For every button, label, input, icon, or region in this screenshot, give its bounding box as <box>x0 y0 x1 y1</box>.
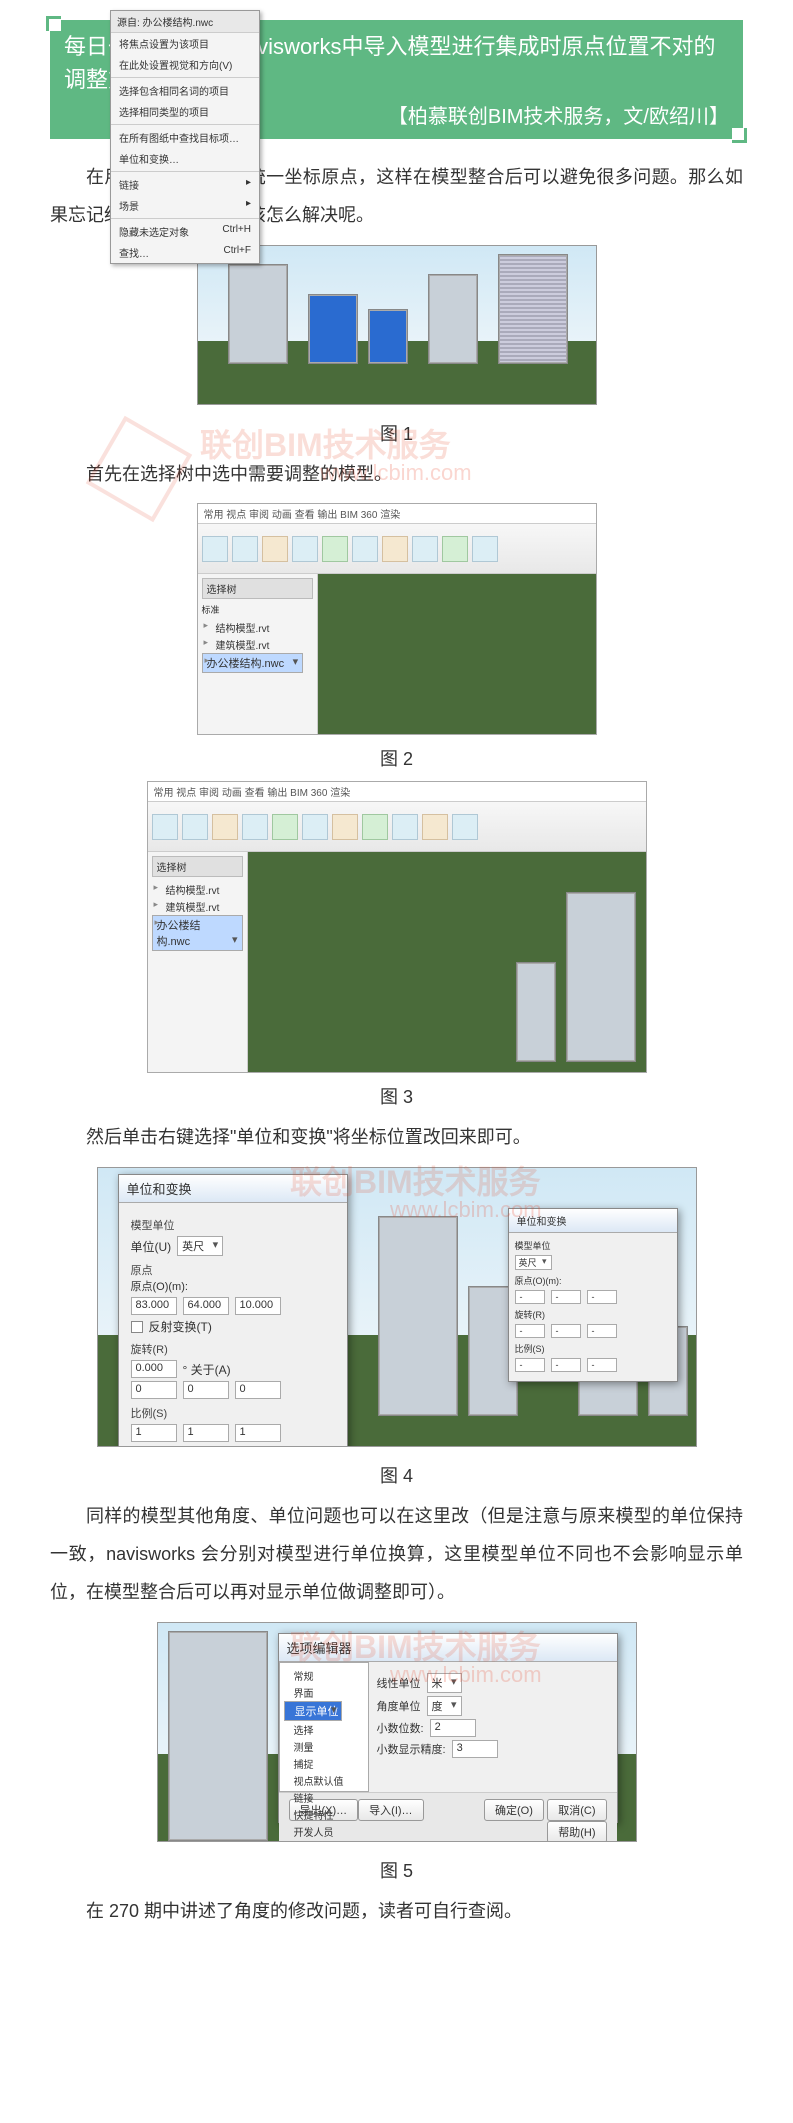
rotation-input[interactable]: 0.000 <box>131 1360 177 1378</box>
reflect-checkbox[interactable] <box>131 1321 143 1333</box>
unit-label: 单位(U) <box>131 1238 172 1255</box>
opt-tree-item[interactable]: 测量 <box>284 1738 364 1755</box>
tree-item-selected[interactable]: 办公楼结构.nwc <box>152 915 243 951</box>
ctx-item[interactable]: 隐藏未选定对象Ctrl+H <box>111 221 259 242</box>
figure-3: 常用 视点 审阅 动画 查看 输出 BIM 360 渲染 选择树 结构模型.rv… <box>50 781 743 1073</box>
ribbon-toolbar[interactable] <box>198 524 596 574</box>
rot-y-input[interactable]: 0 <box>183 1381 229 1399</box>
opt-tree-item-selected[interactable]: 显示单位 <box>284 1701 342 1721</box>
opt-tree-item[interactable]: 开发人员 <box>284 1823 364 1840</box>
scale-z-input[interactable]: 1 <box>235 1424 281 1442</box>
selection-tree-panel[interactable]: 选择树 结构模型.rvt 建筑模型.rvt 办公楼结构.nwc <box>148 852 248 1072</box>
selection-tree-panel[interactable]: 选择树 标准 结构模型.rvt 建筑模型.rvt 办公楼结构.nwc <box>198 574 318 734</box>
ctx-item[interactable]: 查找…Ctrl+F <box>111 242 259 263</box>
dialog-title: 单位和变换 <box>509 1209 677 1233</box>
tree-item[interactable]: 结构模型.rvt <box>202 619 313 636</box>
precision-input[interactable]: 3 <box>452 1740 498 1758</box>
origin-y-input[interactable]: 64.000 <box>183 1297 229 1315</box>
figure-2-caption: 图 2 <box>50 745 743 771</box>
ctx-header: 源自: 办公楼结构.nwc <box>111 11 259 33</box>
figure-4-caption: 图 4 <box>50 1462 743 1488</box>
opt-tree-item[interactable]: 视点默认值 <box>284 1772 364 1789</box>
tree-item[interactable]: 结构模型.rvt <box>152 881 243 898</box>
cancel-button[interactable]: 取消(C) <box>547 1799 606 1821</box>
opt-tree-item[interactable]: 链接 <box>284 1789 364 1806</box>
figure-5: 选项编辑器 常规 界面 显示单位 选择 测量 捕捉 视点默认值 链接 快捷特性 … <box>50 1622 743 1847</box>
decimals-input[interactable]: 2 <box>430 1719 476 1737</box>
paragraph-4: 同样的模型其他角度、单位问题也可以在这里改（但是注意与原来模型的单位保持一致，n… <box>50 1498 743 1611</box>
tree-item[interactable]: 建筑模型.rvt <box>202 636 313 653</box>
figure-5-caption: 图 5 <box>50 1857 743 1883</box>
origin-z-input[interactable]: 10.000 <box>235 1297 281 1315</box>
angular-unit-select[interactable]: 度 <box>427 1696 462 1716</box>
ctx-item[interactable]: 将焦点设置为该项目 <box>111 33 259 54</box>
opt-tree-item[interactable]: 常规 <box>284 1667 364 1684</box>
scale-x-input[interactable]: 1 <box>131 1424 177 1442</box>
group-label-origin: 原点 <box>131 1262 335 1278</box>
ctx-item[interactable]: 在此处设置视觉和方向(V) <box>111 54 259 75</box>
figure-3-caption: 图 3 <box>50 1083 743 1109</box>
opt-tree-item[interactable]: 选择 <box>284 1721 364 1738</box>
unit-select[interactable]: 英尺 <box>177 1236 223 1256</box>
opt-tree-item[interactable]: 捕捉 <box>284 1755 364 1772</box>
ribbon-tabs[interactable]: 常用 视点 审阅 动画 查看 输出 BIM 360 渲染 <box>148 782 646 802</box>
opt-tree-item[interactable]: 显示 <box>284 1840 364 1842</box>
opt-tree-item[interactable]: 界面 <box>284 1684 364 1701</box>
units-transform-dialog-mini: 单位和变换 模型单位 英尺 原点(O)(m): --- 旋转(R) --- 比例… <box>508 1208 678 1382</box>
figure-4: 单位和变换 模型单位 单位(U) 英尺 原点 原点(O)(m): 83.000 … <box>50 1167 743 1452</box>
tree-title: 选择树 <box>202 578 313 599</box>
options-tree[interactable]: 常规 界面 显示单位 选择 测量 捕捉 视点默认值 链接 快捷特性 开发人员 显… <box>279 1662 369 1792</box>
viewport[interactable] <box>318 574 596 734</box>
options-editor-dialog: 选项编辑器 常规 界面 显示单位 选择 测量 捕捉 视点默认值 链接 快捷特性 … <box>278 1633 618 1823</box>
tree-title: 选择树 <box>152 856 243 877</box>
ctx-item[interactable]: 选择包含相同名词的项目 <box>111 80 259 101</box>
ctx-item[interactable]: 在所有图纸中查找目标项… <box>111 127 259 148</box>
scale-y-input[interactable]: 1 <box>183 1424 229 1442</box>
ctx-item-units-transform[interactable]: 单位和变换… <box>111 148 259 169</box>
linear-unit-label: 线性单位 <box>377 1675 421 1691</box>
units-transform-dialog: 单位和变换 模型单位 单位(U) 英尺 原点 原点(O)(m): 83.000 … <box>118 1174 348 1447</box>
rot-x-input[interactable]: 0 <box>131 1381 177 1399</box>
figure-1: 联创BIM技术服务 www.lcbim.com <box>50 245 743 410</box>
dialog-title: 选项编辑器 <box>279 1634 617 1662</box>
options-main-panel: 线性单位 米 角度单位 度 小数位数: 2 小数显示精度: 3 <box>369 1662 617 1792</box>
ok-button[interactable]: 确定(O) <box>484 1799 544 1821</box>
group-label-rotate: 旋转(R) <box>131 1341 335 1357</box>
figure-2: 常用 视点 审阅 动画 查看 输出 BIM 360 渲染 选择树 标准 结构模型… <box>50 503 743 735</box>
viewport[interactable] <box>248 852 646 1072</box>
rotation-about-label: ° 关于(A) <box>183 1361 231 1378</box>
opt-tree-item[interactable]: 快捷特性 <box>284 1806 364 1823</box>
angular-unit-label: 角度单位 <box>377 1698 421 1714</box>
ribbon-toolbar[interactable] <box>148 802 646 852</box>
decimals-label: 小数位数: <box>377 1720 424 1736</box>
precision-label: 小数显示精度: <box>377 1741 446 1757</box>
tree-mode[interactable]: 标准 <box>202 603 313 616</box>
import-button[interactable]: 导入(I)… <box>358 1799 423 1821</box>
linear-unit-select[interactable]: 米 <box>427 1673 462 1693</box>
reflect-label: 反射变换(T) <box>149 1318 212 1335</box>
ctx-item[interactable]: 选择相同类型的项目 <box>111 101 259 122</box>
ctx-item[interactable]: 场景▸ <box>111 195 259 216</box>
ctx-item[interactable]: 链接▸ <box>111 174 259 195</box>
tree-item-selected[interactable]: 办公楼结构.nwc <box>202 653 304 673</box>
paragraph-5: 在 270 期中讲述了角度的修改问题，读者可自行查阅。 <box>50 1893 743 1931</box>
group-label-unit: 模型单位 <box>131 1217 335 1233</box>
tree-item[interactable]: 建筑模型.rvt <box>152 898 243 915</box>
origin-x-input[interactable]: 83.000 <box>131 1297 177 1315</box>
rot-z-input[interactable]: 0 <box>235 1381 281 1399</box>
origin-label: 原点(O)(m): <box>131 1278 335 1294</box>
help-button[interactable]: 帮助(H) <box>547 1821 606 1842</box>
paragraph-3: 然后单击右键选择"单位和变换"将坐标位置改回来即可。 <box>50 1119 743 1157</box>
dialog-title: 单位和变换 <box>119 1175 347 1203</box>
group-label-scale: 比例(S) <box>131 1405 335 1421</box>
ribbon-tabs[interactable]: 常用 视点 审阅 动画 查看 输出 BIM 360 渲染 <box>198 504 596 524</box>
context-menu: 源自: 办公楼结构.nwc 将焦点设置为该项目 在此处设置视觉和方向(V) 选择… <box>110 10 260 264</box>
